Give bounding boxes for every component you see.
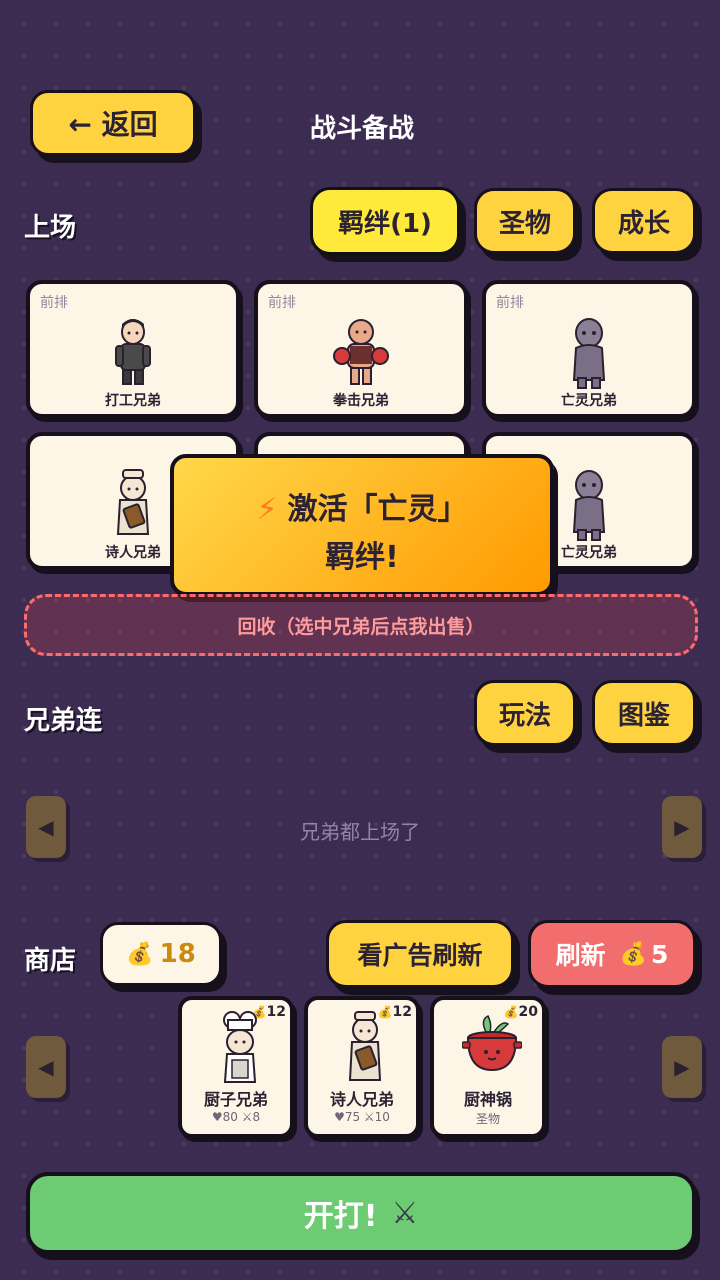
item-price-value: 12	[266, 1004, 286, 1020]
start-fight-button[interactable]: 开打! ⚔	[26, 1172, 696, 1254]
slot-name: 拳击兄弟	[333, 393, 389, 409]
item-stats: ♥75 ⚔10	[334, 1110, 390, 1124]
start-fight-label: 开打!	[303, 1199, 378, 1234]
codex-button[interactable]: 图鉴	[592, 680, 696, 746]
shop-scroll-right-button[interactable]: ▶	[662, 1036, 702, 1098]
shop-item-2[interactable]: 💰12 诗人兄弟 ♥75 ⚔10	[304, 996, 420, 1138]
lineup-slot-2[interactable]: 前排 拳击兄弟	[254, 280, 468, 418]
bench-scroll-left-button[interactable]: ◀	[26, 796, 66, 858]
shop-scroll-left-button[interactable]: ◀	[26, 1036, 66, 1098]
tab-relics[interactable]: 圣物	[474, 188, 576, 254]
arrow-left-icon: ◀	[38, 1055, 54, 1079]
slot-position-label: 前排	[40, 295, 68, 311]
money-bag-icon: 💰	[619, 941, 647, 967]
money-bag-icon: 💰	[126, 941, 154, 967]
worker-character-icon	[108, 316, 158, 392]
ad-refresh-label: 看广告刷新	[357, 941, 483, 970]
item-name: 诗人兄弟	[329, 1090, 394, 1109]
tab-growth[interactable]: 成长	[592, 188, 696, 254]
refresh-cost: 5	[651, 939, 669, 969]
lineup-title: 上场	[24, 213, 77, 243]
back-button[interactable]: ← 返回	[30, 90, 196, 156]
arrow-right-icon: ▶	[674, 1055, 690, 1079]
tab-synergy[interactable]: 羁绊(1)	[310, 187, 460, 255]
shop-title: 商店	[24, 946, 77, 976]
ad-refresh-button[interactable]: 看广告刷新	[326, 920, 514, 988]
slot-name: 打工兄弟	[105, 393, 161, 409]
undead-character-icon	[564, 316, 614, 394]
undead-character-icon	[564, 468, 614, 546]
codex-label: 图鉴	[617, 700, 670, 731]
chef-character-icon	[214, 1010, 266, 1090]
bench-title: 兄弟连	[24, 706, 103, 736]
cooking-pot-icon	[461, 1014, 523, 1082]
slot-position-label: 前排	[268, 295, 296, 311]
how-to-play-label: 玩法	[498, 700, 551, 731]
lightning-icon: ⚡	[256, 492, 278, 527]
tab-relics-label: 圣物	[498, 208, 551, 239]
poet-character-icon	[340, 1010, 390, 1088]
crossed-swords-icon: ⚔	[391, 1195, 419, 1231]
item-price-value: 12	[392, 1004, 412, 1020]
refresh-label: 刷新	[555, 941, 606, 970]
tab-synergy-label: 羁绊(1)	[338, 208, 432, 239]
item-stats: ♥80 ⚔8	[211, 1110, 261, 1124]
poet-character-icon	[108, 468, 158, 546]
bench-scroll-right-button[interactable]: ▶	[662, 796, 702, 858]
bench-empty-text: 兄弟都上场了	[300, 820, 420, 844]
item-name: 厨子兄弟	[203, 1090, 268, 1109]
how-to-play-button[interactable]: 玩法	[474, 680, 576, 746]
page-title: 战斗备战	[309, 114, 414, 144]
sell-zone-label: 回收（选中兄弟后点我出售）	[237, 615, 485, 638]
arrow-right-icon: ▶	[674, 815, 690, 839]
shop-item-3[interactable]: 💰20 厨神锅 圣物	[430, 996, 546, 1138]
slot-position-label: 前排	[496, 295, 524, 311]
synergy-activated-popup: ⚡ 激活「亡灵」 羁绊!	[170, 454, 554, 596]
popup-line2: 羁绊!	[325, 540, 399, 575]
item-name: 厨神锅	[463, 1090, 512, 1109]
gold-display: 💰 18	[100, 922, 222, 986]
item-stats: 圣物	[475, 1112, 500, 1126]
lineup-slot-3[interactable]: 前排 亡灵兄弟	[482, 280, 696, 418]
gold-amount: 18	[159, 939, 196, 969]
popup-line1: 激活「亡灵」	[287, 492, 468, 527]
back-button-label: ← 返回	[68, 108, 158, 141]
refresh-button[interactable]: 刷新 💰 5	[528, 920, 696, 988]
boxer-character-icon	[333, 316, 389, 392]
sell-zone[interactable]: 回收（选中兄弟后点我出售）	[24, 594, 698, 656]
tab-growth-label: 成长	[617, 208, 670, 239]
slot-name: 亡灵兄弟	[561, 393, 617, 409]
shop-item-1[interactable]: 💰12 厨子兄弟 ♥80 ⚔8	[178, 996, 294, 1138]
lineup-slot-1[interactable]: 前排 打工兄弟	[26, 280, 240, 418]
arrow-left-icon: ◀	[38, 815, 54, 839]
